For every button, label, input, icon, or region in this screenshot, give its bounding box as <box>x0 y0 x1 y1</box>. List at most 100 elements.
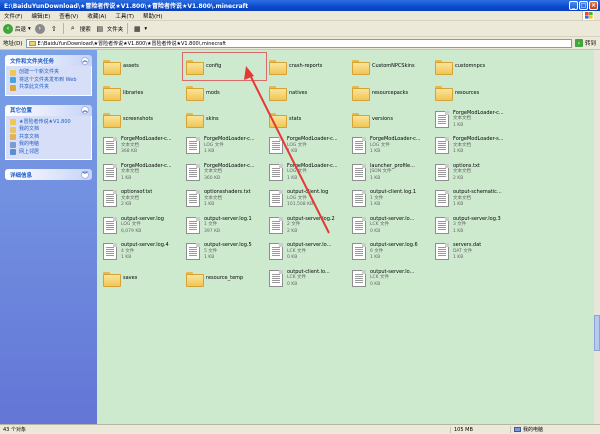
folder-item[interactable]: natives <box>266 80 349 107</box>
place-label: ★冒险者传说★V1.800 <box>19 118 71 125</box>
folder-item[interactable]: screenshots <box>100 106 183 133</box>
document-icon <box>186 137 200 155</box>
item-name: customnpcs <box>455 63 486 69</box>
item-size: 397 KB <box>204 228 221 234</box>
file-item[interactable]: output-client.log.1 1 文件 1 KB <box>349 186 432 213</box>
menu-view[interactable]: 查看(V) <box>59 12 78 20</box>
search-button[interactable]: ⌕ 搜索 <box>68 24 91 34</box>
file-item[interactable]: ForgeModLoader-c... LOG 文件 1 KB <box>183 133 266 160</box>
scrollbar-thumb[interactable] <box>594 315 600 351</box>
menu-file[interactable]: 文件(F) <box>4 12 22 20</box>
file-item[interactable]: options.txt 文本文档 2 KB <box>432 159 515 186</box>
folder-item[interactable]: config <box>182 52 267 81</box>
folder-item[interactable]: stats <box>266 106 349 133</box>
places-panel-header[interactable]: 其它位置 ︽ <box>5 104 92 116</box>
file-item[interactable]: output-server.lo... LCK 文件 0 KB <box>266 239 349 266</box>
views-button[interactable]: ▦ ▾ <box>132 24 147 34</box>
folder-item[interactable]: skins <box>183 106 266 133</box>
collapse-chevron-icon[interactable]: ︽ <box>81 56 89 65</box>
back-label: 后退 <box>15 26 27 33</box>
place-my-computer[interactable]: 我的电脑 <box>10 141 87 148</box>
folder-item[interactable]: versions <box>349 106 432 133</box>
folder-item[interactable]: customnpcs <box>432 53 515 80</box>
folder-item[interactable]: resourcepacks <box>349 80 432 107</box>
file-item[interactable]: output-server.log.3 3 文件 1 KB <box>432 212 515 239</box>
folders-button[interactable]: ▤ 文件夹 <box>95 24 123 34</box>
back-button[interactable]: ‹ 后退 ▾ <box>3 23 31 34</box>
item-name: CustomNPCSkins <box>372 63 415 69</box>
chevron-down-icon: ▾ <box>28 25 31 32</box>
file-item[interactable]: output-server.lo... LCK 文件 0 KB <box>349 212 432 239</box>
file-item[interactable]: output-client.log LOG 文件 101,508 KB <box>266 186 349 213</box>
document-icon <box>186 163 200 181</box>
document-icon <box>186 216 200 234</box>
file-item[interactable]: output-server.log.2 2 文件 2 KB <box>266 212 349 239</box>
task-publish-web[interactable]: 将这个文件夹发布到 Web <box>10 77 87 83</box>
place-label: 我的文档 <box>19 126 40 132</box>
task-new-folder[interactable]: 创建一个新文件夹 <box>10 69 87 76</box>
item-size: 0 KB <box>370 228 381 234</box>
menu-edit[interactable]: 编辑(E) <box>31 12 50 20</box>
maximize-button[interactable]: □ <box>579 1 588 10</box>
menu-tools[interactable]: 工具(T) <box>115 12 134 20</box>
address-bar: 地址(D) E:\BaiduYunDownload\★冒险者传说★V1.800\… <box>0 37 600 50</box>
tasks-panel-header[interactable]: 文件和文件夹任务 ︽ <box>5 55 92 66</box>
place-shared-documents[interactable]: 共享文档 <box>10 134 87 140</box>
file-item[interactable]: ForgeModLoader-c... 文本文档 368 KB <box>100 133 183 160</box>
file-item[interactable]: output-server.log.5 5 文件 1 KB <box>183 239 266 266</box>
collapse-chevron-icon[interactable]: ︽ <box>81 106 89 114</box>
file-item[interactable]: ForgeModLoader-c... 文本文档 360 KB <box>183 159 266 186</box>
address-input[interactable]: E:\BaiduYunDownload\★冒险者传说★V1.800\★冒险者传说… <box>25 38 572 48</box>
folder-icon <box>352 112 370 128</box>
folder-item[interactable]: saves <box>100 265 183 292</box>
file-item[interactable]: ForgeModLoader-c... 文本文档 1 KB <box>432 106 515 133</box>
file-item[interactable]: ForgeModLoader-c... 文本文档 1 KB <box>100 159 183 186</box>
expand-chevron-icon[interactable]: ︾ <box>81 170 89 179</box>
file-item[interactable]: output-client.lo... LCK 文件 0 KB <box>266 265 349 292</box>
file-item[interactable]: optionsshaders.txt 文本文档 1 KB <box>183 186 266 213</box>
folder-icon <box>103 112 121 128</box>
file-item[interactable]: servers.dat DAT 文件 1 KB <box>432 239 515 266</box>
item-size: 6,079 KB <box>121 228 142 234</box>
file-item[interactable]: output-server.log.1 1 文件 397 KB <box>183 212 266 239</box>
title-bar[interactable]: E:\BaiduYunDownload\★冒险者传说★V1.800\★冒险者传说… <box>0 0 600 11</box>
file-item[interactable]: output-schematic... 文本文档 1 KB <box>432 186 515 213</box>
folder-item[interactable]: resources <box>432 80 515 107</box>
file-grid: assets config crash-reports CustomNPCSkins c… <box>100 52 515 292</box>
folder-item[interactable]: mods <box>183 80 266 107</box>
file-item[interactable]: ForgeModLoader-s... 文本文档 1 KB <box>432 133 515 160</box>
file-item[interactable]: output-server.lo... LCK 文件 0 KB <box>349 265 432 292</box>
file-item[interactable]: output-server.log.6 6 文件 1 KB <box>349 239 432 266</box>
details-panel-header[interactable]: 详细信息 ︾ <box>5 169 92 180</box>
go-button[interactable]: › 转到 <box>574 39 596 47</box>
place-parent-folder[interactable]: ★冒险者传说★V1.800 <box>10 118 87 125</box>
document-icon <box>352 243 366 261</box>
file-item[interactable]: output-server.log LOG 文件 6,079 KB <box>100 212 183 239</box>
windows-logo-icon <box>582 11 594 20</box>
file-item[interactable]: output-server.log.4 4 文件 1 KB <box>100 239 183 266</box>
file-item[interactable]: ForgeModLoader-c... LOG 文件 1 KB <box>266 159 349 186</box>
minimize-button[interactable]: _ <box>569 1 578 10</box>
chevron-down-icon: ▾ <box>144 25 148 32</box>
menu-favorites[interactable]: 收藏(A) <box>87 12 106 20</box>
file-item[interactable]: launcher_profile... JSON 文件 1 KB <box>349 159 432 186</box>
folder-item[interactable]: assets <box>100 53 183 80</box>
file-item[interactable]: ForgeModLoader-c... LOG 文件 1 KB <box>349 133 432 160</box>
close-button[interactable]: × <box>589 1 598 10</box>
file-item[interactable]: ForgeModLoader-c... LOG 文件 1 KB <box>266 133 349 160</box>
forward-button[interactable]: › <box>34 23 45 34</box>
folder-item[interactable]: crash-reports <box>266 53 349 80</box>
place-network[interactable]: 网上邻居 <box>10 149 87 155</box>
task-share-folder[interactable]: 共享此文件夹 <box>10 84 87 91</box>
folder-item[interactable]: resource_temp <box>183 265 266 292</box>
menu-help[interactable]: 帮助(H) <box>143 12 162 20</box>
up-button[interactable]: ⇧ <box>49 24 59 34</box>
place-my-documents[interactable]: 我的文档 <box>10 126 87 133</box>
toolbar: ‹ 后退 ▾ › ⇧ ⌕ 搜索 ▤ 文件夹 ▦ ▾ <box>0 21 600 37</box>
file-item[interactable]: optionsof.txt 文本文档 2 KB <box>100 186 183 213</box>
folder-item[interactable]: CustomNPCSkins <box>349 53 432 80</box>
task-label: 创建一个新文件夹 <box>19 69 60 75</box>
document-icon <box>352 269 366 287</box>
folder-item[interactable]: libraries <box>100 80 183 107</box>
vertical-scrollbar[interactable] <box>594 50 600 424</box>
